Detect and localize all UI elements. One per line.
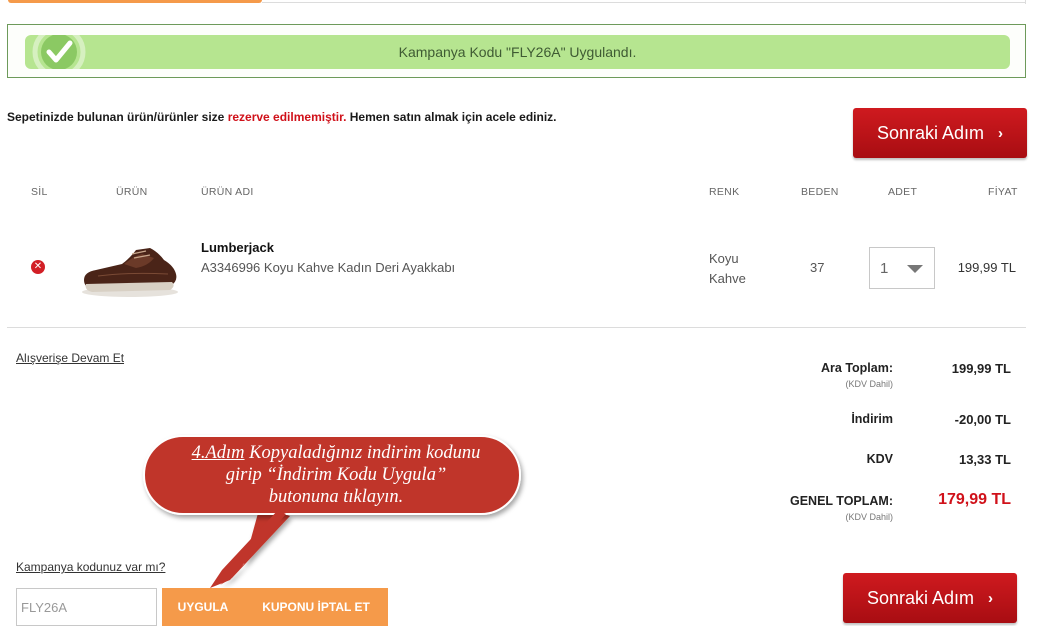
subtotal-label: Ara Toplam: xyxy=(821,361,893,375)
product-name[interactable]: A3346996 Koyu Kahve Kadın Deri Ayakkabı xyxy=(201,260,455,275)
campaign-code-link[interactable]: Kampanya kodunuz var mı? xyxy=(16,560,165,574)
header-product-name: ÜRÜN ADI xyxy=(201,186,254,198)
next-step-button-bottom[interactable]: Sonraki Adım › xyxy=(843,573,1017,623)
product-price: 199,99 TL xyxy=(957,260,1016,275)
caret-down-icon xyxy=(907,265,923,273)
remove-item-icon[interactable]: ✕ xyxy=(31,260,45,274)
header-remove: SİL xyxy=(31,186,48,198)
product-size: 37 xyxy=(810,260,825,275)
alert-message: Kampanya Kodu "FLY26A" Uygulandı. xyxy=(398,44,637,60)
notice-text-start: Sepetinizde bulunan ürün/ürünler size xyxy=(7,110,228,124)
chevron-right-icon: › xyxy=(988,589,994,607)
active-step-tab xyxy=(8,0,262,3)
next-step-label: Sonraki Adım xyxy=(876,122,985,143)
callout-step: 4.Adım xyxy=(191,443,245,463)
total-note: (KDV Dahil) xyxy=(845,512,893,522)
continue-shopping-link[interactable]: Alışverişe Devam Et xyxy=(16,351,124,365)
total-label: GENEL TOPLAM: xyxy=(789,494,893,508)
campaign-success-alert: Kampanya Kodu "FLY26A" Uygulandı. xyxy=(7,24,1026,78)
quantity-value: 1 xyxy=(880,260,889,277)
header-color: RENK xyxy=(709,186,740,198)
notice-highlight: rezerve edilmemiştir. xyxy=(227,110,347,124)
tab-divider-end xyxy=(1025,0,1026,4)
header-size: BEDEN xyxy=(801,186,839,198)
tab-divider xyxy=(262,2,1026,3)
callout-line-1-rest: Kopyaladığınız indirim kodunu xyxy=(244,443,481,463)
instruction-callout: 4.Adım Kopyaladığınız indirim kodunu gir… xyxy=(160,442,512,508)
vat-label: KDV xyxy=(866,452,893,466)
product-brand[interactable]: Lumberjack xyxy=(201,240,274,255)
chevron-right-icon: › xyxy=(998,124,1004,142)
header-price: FİYAT xyxy=(988,186,1018,198)
callout-line-3: butonuna tıklayın. xyxy=(268,487,404,507)
callout-line-2: girip “İndirim Kodu Uygula” xyxy=(225,465,447,485)
discount-label: İndirim xyxy=(851,412,893,426)
vat-value: 13,33 TL xyxy=(958,452,1011,467)
header-product: ÜRÜN xyxy=(116,186,148,198)
apply-coupon-button[interactable]: UYGULA xyxy=(162,588,244,626)
divider xyxy=(7,327,1026,328)
reservation-notice: Sepetinizde bulunan ürün/ürünler size re… xyxy=(7,110,557,124)
quantity-select[interactable]: 1 xyxy=(869,247,935,289)
notice-text-end: Hemen satın almak için acele ediniz. xyxy=(346,110,557,124)
subtotal-note: (KDV Dahil) xyxy=(845,379,893,389)
campaign-code-input[interactable] xyxy=(16,588,157,626)
product-color: Koyu Kahve xyxy=(709,251,746,286)
alert-inner: Kampanya Kodu "FLY26A" Uygulandı. xyxy=(25,35,1010,69)
discount-value: -20,00 TL xyxy=(954,412,1011,427)
product-image[interactable] xyxy=(78,236,182,302)
next-step-button-top[interactable]: Sonraki Adım › xyxy=(853,108,1027,158)
subtotal-value: 199,99 TL xyxy=(951,361,1011,376)
total-value: 179,99 TL xyxy=(938,491,1011,508)
next-step-label: Sonraki Adım xyxy=(866,587,975,608)
cancel-coupon-button[interactable]: KUPONU İPTAL ET xyxy=(244,588,388,626)
callout-line-1: 4.Adım Kopyaladığınız indirim kodunu xyxy=(160,442,512,464)
header-quantity: ADET xyxy=(888,186,918,198)
